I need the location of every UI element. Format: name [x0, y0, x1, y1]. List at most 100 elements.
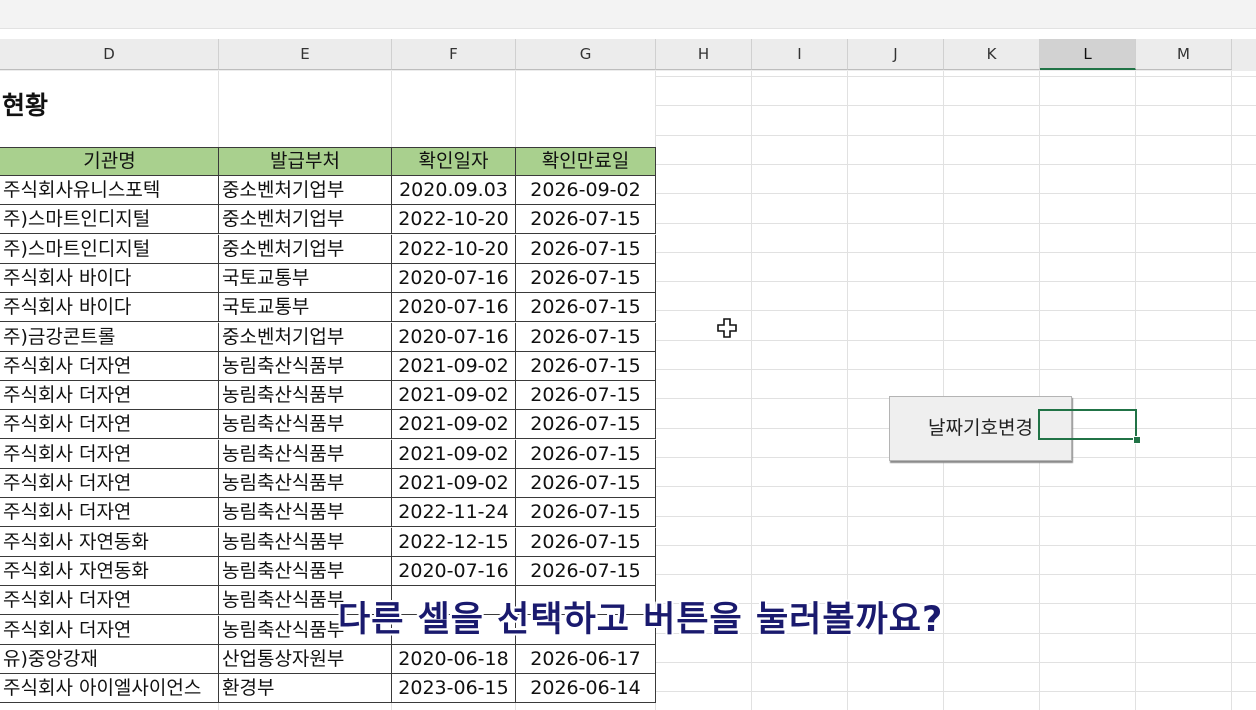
table-cell[interactable]: 2020-07-16: [392, 557, 516, 586]
table-cell[interactable]: 주식회사 아이엘사이언스: [0, 674, 219, 703]
column-header-i[interactable]: I: [752, 39, 848, 70]
table-cell[interactable]: 주식회사유니스포텍: [0, 176, 219, 205]
table-cell[interactable]: 2020-06-18: [392, 645, 516, 674]
gridline-v: [1231, 71, 1232, 710]
table-cell[interactable]: 2021-09-02: [392, 381, 516, 410]
table-cell[interactable]: 2026-07-15: [516, 469, 656, 498]
gridline-v: [1135, 71, 1136, 710]
table-cell[interactable]: 주식회사 더자연: [0, 381, 219, 410]
video-subtitle: 다른 셀을 선택하고 버튼을 눌러볼까요?: [338, 600, 944, 640]
table-cell[interactable]: 농림축산식품부: [219, 440, 392, 469]
table-header-cell[interactable]: 확인만료일: [515, 147, 656, 176]
table-cell[interactable]: 2026-09-02: [516, 176, 656, 205]
column-header-j[interactable]: J: [848, 39, 944, 70]
table-cell[interactable]: 주식회사 더자연: [0, 440, 219, 469]
gridline-h: [656, 516, 1256, 517]
table-cell[interactable]: 주식회사 더자연: [0, 352, 219, 381]
table-cell[interactable]: 2022-12-15: [392, 528, 516, 557]
column-headers: DEFGHIJKLM: [0, 39, 1256, 71]
table-cell[interactable]: 국토교통부: [219, 264, 392, 293]
table-cell[interactable]: 농림축산식품부: [219, 381, 392, 410]
table-cell[interactable]: 주식회사 더자연: [0, 586, 219, 615]
gridline-h: [656, 223, 1256, 224]
table-cell[interactable]: 2026-07-15: [516, 557, 656, 586]
table-cell[interactable]: 주식회사 더자연: [0, 410, 219, 439]
table-cell[interactable]: 2026-07-15: [516, 205, 656, 234]
table-header-cell[interactable]: 확인일자: [391, 147, 516, 176]
gridline-h: [656, 486, 1256, 487]
cell-cursor-icon: [717, 318, 737, 338]
table-cell[interactable]: 농림축산식품부: [219, 352, 392, 381]
table-cell[interactable]: 2026-06-17: [516, 645, 656, 674]
table-cell[interactable]: 주)금강콘트롤: [0, 323, 219, 352]
table-cell[interactable]: 2021-09-02: [392, 469, 516, 498]
gridline-h: [656, 574, 1256, 575]
table-cell[interactable]: 2022-11-24: [392, 498, 516, 527]
column-header-k[interactable]: K: [944, 39, 1040, 70]
table-cell[interactable]: 주식회사 바이다: [0, 293, 219, 322]
table-cell[interactable]: 주식회사 자연동화: [0, 528, 219, 557]
selected-cell[interactable]: [1038, 409, 1137, 440]
table-cell[interactable]: 유)중앙강재: [0, 645, 219, 674]
table-cell[interactable]: 2020-07-16: [392, 323, 516, 352]
table-cell[interactable]: 2021-09-02: [392, 410, 516, 439]
table-cell[interactable]: 2026-07-15: [516, 498, 656, 527]
table-cell[interactable]: 산업통상자원부: [219, 645, 392, 674]
table-cell[interactable]: 2026-07-15: [516, 440, 656, 469]
table-cell[interactable]: 2022-10-20: [392, 235, 516, 264]
table-cell[interactable]: 2020-07-16: [392, 293, 516, 322]
column-header-f[interactable]: F: [392, 39, 516, 70]
table-cell[interactable]: 농림축산식품부: [219, 557, 392, 586]
table-cell[interactable]: 2023-06-15: [392, 674, 516, 703]
table-cell[interactable]: 2026-07-15: [516, 410, 656, 439]
table-cell[interactable]: 주식회사 자연동화: [0, 557, 219, 586]
gridline-h: [656, 193, 1256, 194]
table-cell[interactable]: 중소벤처기업부: [219, 235, 392, 264]
table-cell[interactable]: 주)스마트인디지털: [0, 205, 219, 234]
table-cell[interactable]: 2022-10-20: [392, 205, 516, 234]
table-cell[interactable]: 2026-07-15: [516, 264, 656, 293]
table-cell[interactable]: 2026-06-14: [516, 674, 656, 703]
column-header-e[interactable]: E: [219, 39, 392, 70]
column-header-m[interactable]: M: [1136, 39, 1232, 70]
table-cell[interactable]: 주식회사 더자연: [0, 498, 219, 527]
table-header-cell[interactable]: 발급부처: [218, 147, 392, 176]
table-cell[interactable]: 2026-07-15: [516, 352, 656, 381]
table-cell[interactable]: 중소벤처기업부: [219, 176, 392, 205]
table-cell[interactable]: 중소벤처기업부: [219, 205, 392, 234]
gridline-h: [656, 281, 1256, 282]
table-cell[interactable]: 농림축산식품부: [219, 528, 392, 557]
table-cell[interactable]: 2026-07-15: [516, 235, 656, 264]
table-header-cell[interactable]: 기관명: [0, 147, 220, 176]
column-header-l[interactable]: L: [1040, 39, 1136, 70]
table-cell[interactable]: 국토교통부: [219, 293, 392, 322]
table-cell[interactable]: 농림축산식품부: [219, 410, 392, 439]
column-header-d[interactable]: D: [0, 39, 219, 70]
table-cell[interactable]: 주)스마트인디지털: [0, 235, 219, 264]
table-cell[interactable]: 2020.09.03: [392, 176, 516, 205]
gridline-v: [1039, 71, 1040, 710]
table-cell[interactable]: 환경부: [219, 674, 392, 703]
table-cell[interactable]: 2026-07-15: [516, 323, 656, 352]
gridline-h: [656, 135, 1256, 136]
table-cell[interactable]: 주식회사 바이다: [0, 264, 219, 293]
fill-handle[interactable]: [1133, 436, 1141, 444]
table-cell[interactable]: 2026-07-15: [516, 381, 656, 410]
table-cell[interactable]: 2021-09-02: [392, 440, 516, 469]
table-cell[interactable]: 중소벤처기업부: [219, 323, 392, 352]
table-cell[interactable]: 농림축산식품부: [219, 498, 392, 527]
table-cell[interactable]: 주식회사 더자연: [0, 616, 219, 645]
table-cell[interactable]: 2020-07-16: [392, 264, 516, 293]
sheet-title: 현황: [2, 91, 49, 120]
column-header-h[interactable]: H: [656, 39, 752, 70]
table-cell[interactable]: 농림축산식품부: [219, 469, 392, 498]
table-cell[interactable]: 2026-07-15: [516, 528, 656, 557]
gridline-h: [656, 340, 1256, 341]
column-header-g[interactable]: G: [516, 39, 656, 70]
ribbon-strip: [0, 0, 1256, 29]
gridline-h: [656, 252, 1256, 253]
table-cell[interactable]: 주식회사 더자연: [0, 469, 219, 498]
table-cell[interactable]: 2021-09-02: [392, 352, 516, 381]
table-cell[interactable]: 2026-07-15: [516, 293, 656, 322]
gridline-h: [656, 164, 1256, 165]
